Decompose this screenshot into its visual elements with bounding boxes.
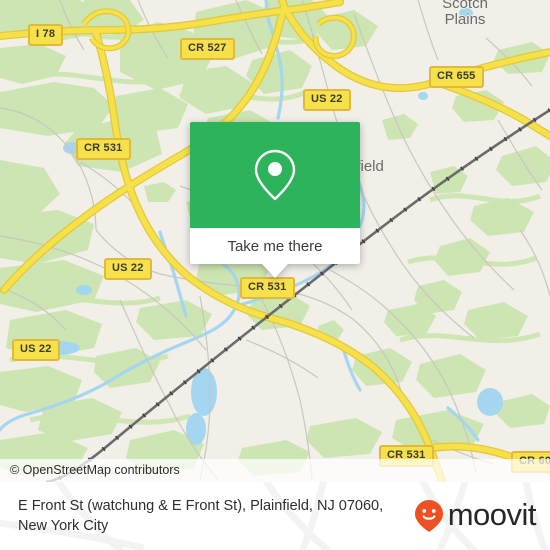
- moovit-logo[interactable]: moovit: [414, 497, 537, 533]
- callout-action[interactable]: Take me there: [190, 228, 360, 264]
- map-attribution[interactable]: © OpenStreetMap contributors: [0, 459, 550, 482]
- address-line-1: E Front St (watchung & E Front St), Plai…: [18, 498, 335, 514]
- map-canvas[interactable]: I 78 CR 527 US 22 CR 655 CR 531 US 22 CR…: [0, 0, 550, 482]
- footer-bar: E Front St (watchung & E Front St), Plai…: [0, 482, 550, 550]
- road-shield: CR 531: [240, 277, 295, 299]
- moovit-smiley-pin-icon: [414, 500, 443, 532]
- destination-address: E Front St (watchung & E Front St), Plai…: [18, 496, 398, 536]
- road-shield: CR 655: [429, 66, 484, 88]
- road-shield: US 22: [303, 89, 351, 111]
- road-shield: US 22: [104, 258, 152, 280]
- destination-callout[interactable]: Take me there: [190, 122, 360, 278]
- callout-pointer: [262, 264, 288, 278]
- moovit-wordmark: moovit: [447, 497, 537, 532]
- road-shield: US 22: [12, 339, 60, 361]
- road-shield: CR 531: [76, 138, 131, 160]
- road-shield: CR 527: [180, 38, 235, 60]
- take-me-there-label: Take me there: [227, 237, 323, 255]
- callout-header: [190, 122, 360, 228]
- footer-content: E Front St (watchung & E Front St), Plai…: [0, 482, 550, 550]
- road-shield: I 78: [28, 24, 64, 46]
- location-pin-icon: [254, 149, 296, 201]
- moovit-map-screen: I 78 CR 527 US 22 CR 655 CR 531 US 22 CR…: [0, 0, 550, 550]
